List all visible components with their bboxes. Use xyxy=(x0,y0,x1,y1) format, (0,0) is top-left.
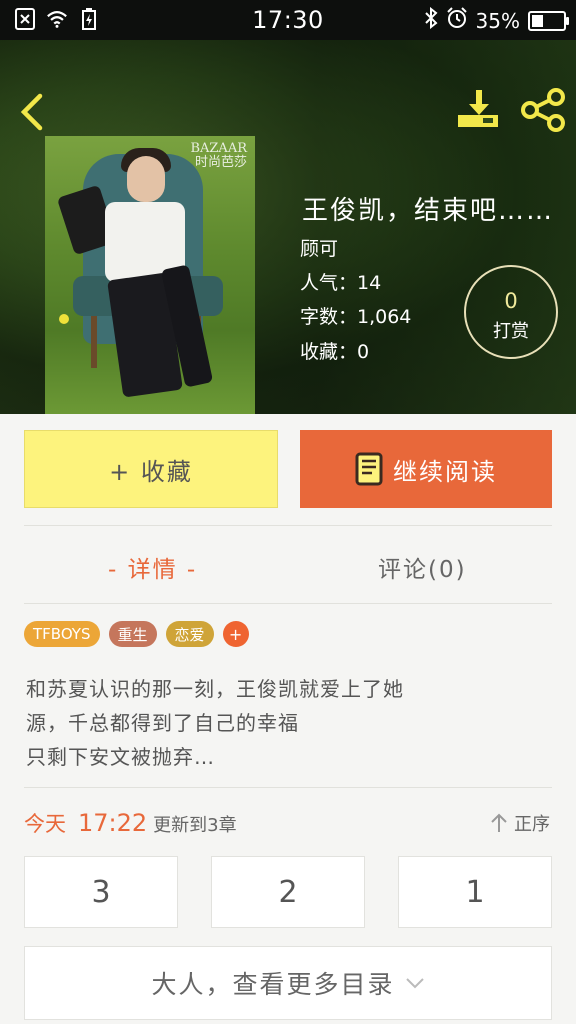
chevron-down-icon xyxy=(405,978,424,989)
share-icon xyxy=(521,88,565,132)
tag-rebirth[interactable]: 重生 xyxy=(108,621,157,647)
book-word-count: 字数：1,064 xyxy=(300,306,412,328)
tip-label: 打赏 xyxy=(493,321,529,342)
update-time: 17:22 xyxy=(78,809,148,837)
tab-detail[interactable]: - 详情 - xyxy=(108,550,197,584)
chapter-button[interactable]: 3 xyxy=(24,856,178,928)
divider xyxy=(24,603,552,604)
book-favorites: 收藏：0 xyxy=(300,341,370,363)
chapter-button[interactable]: 2 xyxy=(211,856,365,928)
sort-order-button[interactable]: 正序 xyxy=(490,810,550,836)
status-bar: 17:30 35% xyxy=(0,0,576,40)
add-favorite-button[interactable]: + 收藏 xyxy=(24,430,278,508)
back-button[interactable] xyxy=(16,92,48,132)
update-info: 今天 17:22 更新到3章 xyxy=(24,808,237,838)
share-button[interactable] xyxy=(520,88,566,132)
download-icon xyxy=(458,90,498,127)
continue-reading-label: 继续阅读 xyxy=(393,457,497,486)
tab-comments[interactable]: 评论(0) xyxy=(378,550,467,584)
sort-label: 正序 xyxy=(514,814,550,835)
book-title: 王俊凯，结束吧…… xyxy=(302,196,555,226)
book-popularity: 人气：14 xyxy=(300,272,382,294)
download-button[interactable] xyxy=(456,88,502,130)
bluetooth-icon xyxy=(424,6,438,34)
book-cover[interactable]: BAZAAR 时尚芭莎 xyxy=(45,136,255,414)
update-day: 今天 xyxy=(24,812,66,836)
book-header: BAZAAR 时尚芭莎 王俊凯，结束吧…… 顾可 人气：14 字数：1,064 收… xyxy=(0,40,576,414)
battery-percent: 35% xyxy=(475,8,520,33)
description-line: 和苏夏认识的那一刻，王俊凯就爱上了她 xyxy=(26,677,404,701)
book-description: 和苏夏认识的那一刻，王俊凯就爱上了她 源，千总都得到了自己的幸福 只剩下安文被抛… xyxy=(26,672,404,774)
description-line: 只剩下安文被抛弃… xyxy=(26,745,215,769)
tag-romance[interactable]: 恋爱 xyxy=(165,621,214,647)
tag-tfboys[interactable]: TFBOYS xyxy=(24,621,100,647)
more-catalog-button[interactable]: 大人，查看更多目录 xyxy=(24,946,552,1020)
divider xyxy=(24,787,552,788)
more-catalog-label: 大人，查看更多目录 xyxy=(151,970,395,999)
add-tag-button[interactable]: + xyxy=(222,621,249,647)
cover-brand: BAZAAR 时尚芭莎 xyxy=(190,141,247,170)
description-line: 源，千总都得到了自己的幸福 xyxy=(26,711,299,735)
continue-reading-button[interactable]: 继续阅读 xyxy=(300,430,552,508)
arrow-up-icon xyxy=(491,813,507,832)
update-text: 更新到3章 xyxy=(153,815,237,836)
chevron-left-icon xyxy=(20,93,43,131)
book-author[interactable]: 顾可 xyxy=(300,234,338,261)
tag-list: TFBOYS 重生 恋爱 + xyxy=(24,621,249,647)
tip-count: 0 xyxy=(504,289,518,313)
book-icon xyxy=(355,452,383,486)
battery-icon xyxy=(528,10,569,31)
alarm-icon xyxy=(446,7,468,34)
chapter-button[interactable]: 1 xyxy=(398,856,552,928)
divider xyxy=(24,525,552,526)
tip-button[interactable]: 0 打赏 xyxy=(464,265,558,359)
